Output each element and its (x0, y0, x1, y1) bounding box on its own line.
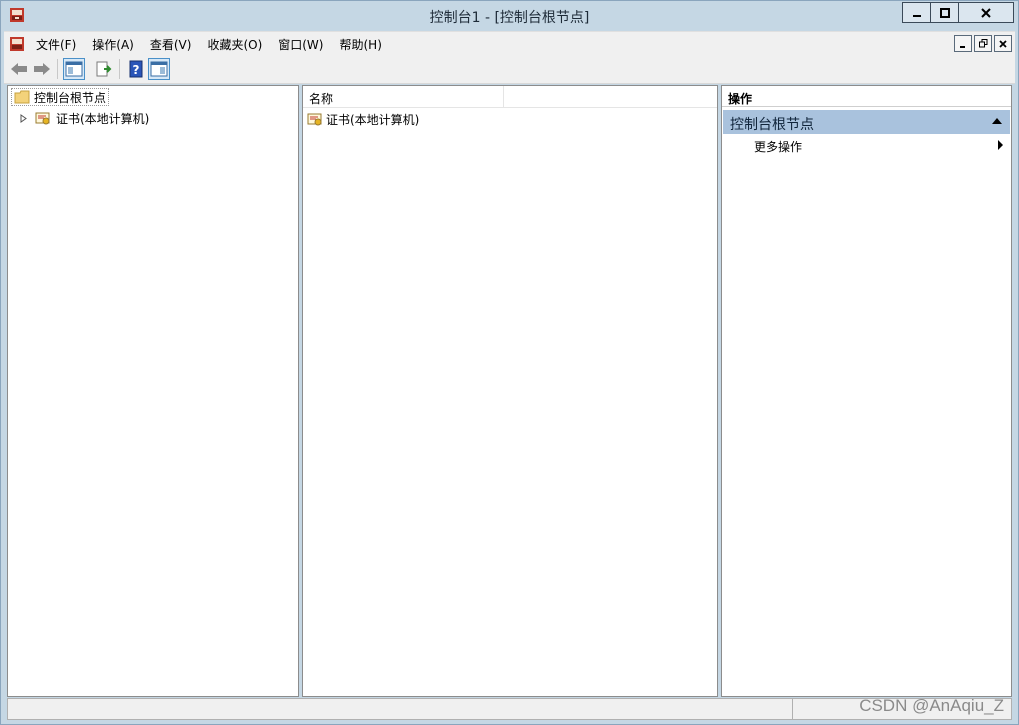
mdi-restore-button[interactable] (974, 35, 992, 52)
certificate-icon (35, 112, 50, 125)
menu-file[interactable]: 文件(F) (32, 32, 84, 56)
export-list-icon (96, 61, 112, 77)
restore-icon (978, 39, 987, 48)
menu-view[interactable]: 查看(V) (146, 32, 200, 56)
close-icon (981, 7, 991, 18)
mmc-window: 控制台1 - [控制台根节点] 文件(F) 操作(A) 查看(V) 收藏夹(O)… (0, 0, 1019, 725)
tree-root-node[interactable]: 控制台根节点 (11, 88, 110, 106)
toolbar-separator (119, 59, 120, 79)
console-tree-pane[interactable]: 控制台根节点 证书(本地计算机) (7, 85, 299, 697)
results-pane[interactable]: 名称 证书(本地计算机) (302, 85, 718, 697)
status-bar-divider (792, 699, 793, 719)
actions-section-title: 控制台根节点 (730, 117, 814, 133)
column-header-name[interactable]: 名称 (303, 86, 504, 108)
expand-arrow[interactable] (18, 113, 28, 123)
close-icon (999, 39, 1007, 48)
help-button[interactable]: ? (125, 58, 147, 80)
tree-root-label: 控制台根节点 (34, 90, 107, 105)
back-button[interactable] (8, 58, 30, 80)
export-list-button[interactable] (93, 58, 115, 80)
toolbar-separator (57, 59, 58, 79)
window-title: 控制台1 - [控制台根节点] (429, 10, 590, 26)
forward-arrow-icon (34, 63, 50, 75)
back-arrow-icon (11, 63, 27, 75)
actions-pane: 操作 控制台根节点 更多操作 (721, 85, 1012, 697)
menu-action[interactable]: 操作(A) (88, 32, 142, 56)
show-hide-console-tree-button[interactable] (63, 58, 85, 80)
menu-bar: 文件(F) 操作(A) 查看(V) 收藏夹(O) 窗口(W) 帮助(H) (4, 31, 1015, 55)
mdi-minimize-button[interactable] (954, 35, 972, 52)
certificate-icon (307, 113, 322, 126)
console-menu-icon[interactable] (9, 36, 25, 52)
submenu-arrow-icon (998, 140, 1003, 150)
list-item[interactable]: 证书(本地计算机) (307, 110, 419, 128)
mdi-close-button[interactable] (994, 35, 1012, 52)
chevron-right-icon (20, 113, 27, 123)
tree-node-label: 证书(本地计算机) (56, 111, 150, 126)
maximize-button[interactable] (930, 2, 959, 23)
list-header: 名称 (303, 86, 717, 108)
more-actions-item[interactable]: 更多操作 (754, 138, 802, 155)
list-item-label: 证书(本地计算机) (326, 112, 420, 127)
folder-icon (14, 90, 30, 104)
actions-pane-title: 操作 (722, 86, 1011, 107)
minimize-icon (912, 14, 921, 17)
minimize-icon (960, 45, 965, 48)
title-bar[interactable]: 控制台1 - [控制台根节点] (1, 1, 1018, 31)
actions-section-header[interactable]: 控制台根节点 (723, 110, 1010, 134)
help-icon: ? (129, 60, 143, 78)
show-hide-console-tree-icon (65, 61, 83, 77)
menu-favorites[interactable]: 收藏夹(O) (203, 32, 270, 56)
toolbar: ? (4, 55, 1015, 84)
menu-help[interactable]: 帮助(H) (335, 32, 389, 56)
close-button[interactable] (958, 2, 1014, 23)
collapse-up-icon[interactable] (992, 118, 1002, 124)
maximize-icon (939, 7, 950, 18)
show-hide-action-pane-icon (150, 61, 168, 77)
tree-node-certificates[interactable]: 证书(本地计算机) (18, 109, 149, 127)
show-hide-action-pane-button[interactable] (148, 58, 170, 80)
menu-window[interactable]: 窗口(W) (274, 32, 331, 56)
svg-text:?: ? (133, 63, 140, 77)
watermark-text: CSDN @AnAqiu_Z (859, 696, 1004, 715)
minimize-button[interactable] (902, 2, 931, 23)
forward-button[interactable] (31, 58, 53, 80)
